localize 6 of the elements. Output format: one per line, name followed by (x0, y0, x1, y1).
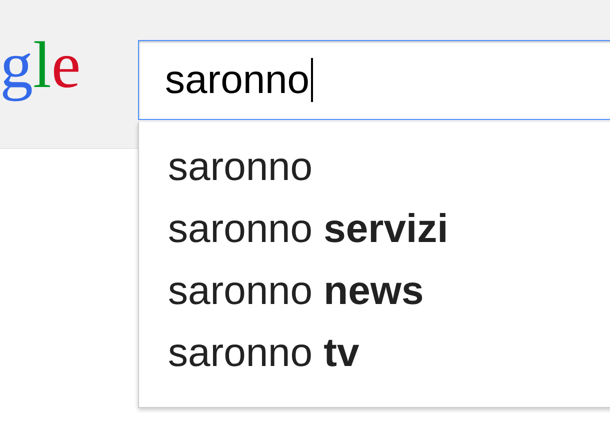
suggestion-item[interactable]: saronno (139, 136, 610, 198)
logo: gle (0, 28, 81, 104)
search-field[interactable]: saronno (138, 40, 610, 120)
suggestion-item[interactable]: saronno tv (139, 322, 610, 384)
suggestion-item[interactable]: saronno news (139, 260, 610, 322)
suggestion-item[interactable]: saronno servizi (139, 198, 610, 260)
